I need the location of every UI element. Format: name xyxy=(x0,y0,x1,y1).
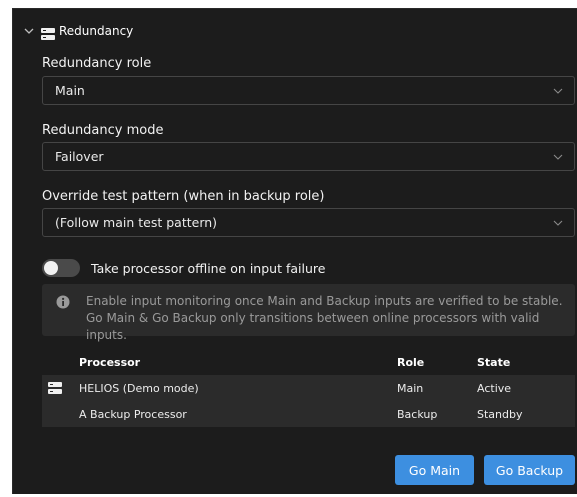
chevron-down-icon[interactable] xyxy=(18,20,40,42)
table-row[interactable]: HELIOS (Demo mode) Main Active xyxy=(42,375,575,401)
override-test-pattern-value: (Follow main test pattern) xyxy=(55,215,218,230)
offline-on-failure-label: Take processor offline on input failure xyxy=(91,260,326,276)
header-state[interactable]: State xyxy=(477,349,575,375)
chevron-down-icon xyxy=(552,217,564,229)
info-line-1: Enable input monitoring once Main and Ba… xyxy=(86,294,563,308)
row-processor: A Backup Processor xyxy=(79,401,397,427)
go-main-button[interactable]: Go Main xyxy=(395,455,474,485)
row-icon-cell xyxy=(42,401,79,427)
redundancy-mode-value: Failover xyxy=(55,149,104,164)
redundancy-section-header[interactable]: Redundancy xyxy=(13,17,133,45)
row-processor: HELIOS (Demo mode) xyxy=(79,375,397,401)
table-row[interactable]: A Backup Processor Backup Standby xyxy=(42,401,575,427)
info-icon xyxy=(56,294,70,309)
redundancy-mode-label: Redundancy mode xyxy=(42,123,164,138)
toggle-knob xyxy=(44,261,58,275)
info-text: Enable input monitoring once Main and Ba… xyxy=(86,293,575,344)
header-role[interactable]: Role xyxy=(397,349,477,375)
row-icon-cell xyxy=(42,375,79,401)
chevron-down-icon xyxy=(552,85,564,97)
redundancy-role-label: Redundancy role xyxy=(42,56,152,71)
override-test-pattern-select[interactable]: (Follow main test pattern) xyxy=(42,208,575,237)
header-processor[interactable]: Processor xyxy=(79,349,397,375)
processor-table: Processor Role State HELIOS (Demo mode) … xyxy=(42,349,575,427)
table-header-row: Processor Role State xyxy=(42,349,575,375)
redundancy-role-value: Main xyxy=(55,83,85,98)
offline-on-failure-row: Take processor offline on input failure xyxy=(42,259,325,277)
chevron-down-icon xyxy=(552,151,564,163)
server-icon xyxy=(48,382,62,394)
info-box: Enable input monitoring once Main and Ba… xyxy=(42,284,575,342)
redundancy-panel: Redundancy Redundancy role Main Redundan… xyxy=(12,8,577,494)
row-role: Main xyxy=(397,375,477,401)
redundancy-mode-select[interactable]: Failover xyxy=(42,142,575,171)
go-backup-button[interactable]: Go Backup xyxy=(484,455,575,485)
section-title: Redundancy xyxy=(59,24,134,38)
row-state: Active xyxy=(477,375,575,401)
info-line-2: Go Main & Go Backup only transitions bet… xyxy=(86,311,540,342)
offline-on-failure-toggle[interactable] xyxy=(42,259,80,277)
header-icon-col xyxy=(42,349,79,375)
row-state: Standby xyxy=(477,401,575,427)
server-icon xyxy=(41,25,55,40)
override-test-pattern-label: Override test pattern (when in backup ro… xyxy=(42,189,325,204)
redundancy-role-select[interactable]: Main xyxy=(42,76,575,105)
row-role: Backup xyxy=(397,401,477,427)
